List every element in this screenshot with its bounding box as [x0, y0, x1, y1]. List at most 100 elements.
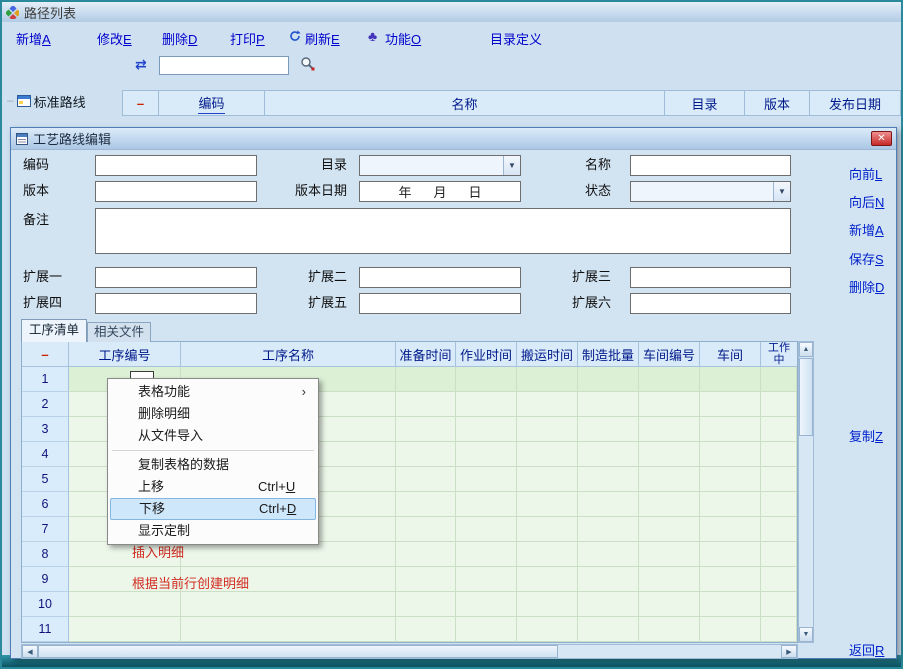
row-number[interactable]: 3: [22, 417, 69, 442]
menu-item-move-up[interactable]: 上移 Ctrl+U: [110, 476, 316, 498]
delete-button[interactable]: 删除D: [162, 29, 197, 48]
detail-column-header[interactable]: 搬运时间: [517, 342, 578, 367]
table-cell[interactable]: [396, 617, 456, 642]
scroll-up-icon[interactable]: ▲: [799, 342, 813, 357]
table-cell[interactable]: [396, 417, 456, 442]
table-cell[interactable]: [456, 517, 517, 542]
next-button[interactable]: 向后N: [849, 192, 884, 211]
table-cell[interactable]: [456, 392, 517, 417]
add-button[interactable]: 新增A: [16, 29, 51, 48]
table-cell[interactable]: [639, 367, 700, 392]
table-cell[interactable]: [761, 392, 797, 417]
menu-item-delete-detail[interactable]: 删除明细: [110, 403, 316, 425]
quick-search-input[interactable]: [159, 56, 289, 75]
table-cell[interactable]: [639, 567, 700, 592]
row-number[interactable]: 4: [22, 442, 69, 467]
table-cell[interactable]: [700, 392, 761, 417]
row-number[interactable]: 8: [22, 542, 69, 567]
name-input[interactable]: [630, 155, 791, 176]
function-button[interactable]: 功能O: [385, 29, 421, 48]
scroll-left-icon[interactable]: ◀: [22, 645, 38, 658]
add-button[interactable]: 新增A: [849, 220, 884, 239]
column-header-release-date[interactable]: 发布日期: [809, 90, 901, 116]
table-cell[interactable]: [639, 492, 700, 517]
table-cell[interactable]: [456, 442, 517, 467]
table-cell[interactable]: [639, 592, 700, 617]
row-number[interactable]: 6: [22, 492, 69, 517]
table-cell[interactable]: [639, 467, 700, 492]
table-cell[interactable]: [396, 392, 456, 417]
table-cell[interactable]: [396, 567, 456, 592]
table-cell[interactable]: [761, 492, 797, 517]
detail-column-header[interactable]: 工序名称: [181, 342, 396, 367]
table-cell[interactable]: [578, 517, 639, 542]
table-cell[interactable]: [456, 567, 517, 592]
table-cell[interactable]: [639, 417, 700, 442]
ext6-input[interactable]: [630, 293, 791, 314]
row-number[interactable]: 10: [22, 592, 69, 617]
column-header-code[interactable]: 编码: [158, 90, 265, 116]
table-cell[interactable]: [517, 617, 578, 642]
detail-column-header[interactable]: 作业时间: [456, 342, 517, 367]
close-button[interactable]: ✕: [871, 131, 892, 146]
table-cell[interactable]: [517, 417, 578, 442]
ext3-input[interactable]: [630, 267, 791, 288]
table-cell[interactable]: [700, 417, 761, 442]
return-button[interactable]: 返回R: [849, 640, 884, 659]
table-cell[interactable]: [181, 592, 396, 617]
table-cell[interactable]: [517, 542, 578, 567]
table-cell[interactable]: [578, 467, 639, 492]
table-cell[interactable]: [639, 392, 700, 417]
row-number[interactable]: 11: [22, 617, 69, 642]
chevron-down-icon[interactable]: ▼: [503, 156, 520, 175]
table-cell[interactable]: [181, 542, 396, 567]
table-cell[interactable]: [761, 517, 797, 542]
version-input[interactable]: [95, 181, 257, 202]
horizontal-scroll-thumb[interactable]: [38, 645, 558, 658]
copy-button[interactable]: 复制Z: [849, 426, 883, 445]
table-cell[interactable]: [700, 442, 761, 467]
table-cell[interactable]: [578, 492, 639, 517]
chevron-down-icon[interactable]: ▼: [773, 182, 790, 201]
ext5-input[interactable]: [359, 293, 521, 314]
table-cell[interactable]: [700, 517, 761, 542]
table-cell[interactable]: [396, 442, 456, 467]
vertical-scroll-thumb[interactable]: [799, 358, 813, 436]
table-cell[interactable]: [700, 542, 761, 567]
table-cell[interactable]: [761, 567, 797, 592]
table-cell[interactable]: [396, 592, 456, 617]
table-cell[interactable]: [761, 467, 797, 492]
table-cell[interactable]: [456, 617, 517, 642]
row-number[interactable]: 2: [22, 392, 69, 417]
detail-column-header[interactable]: –: [22, 342, 69, 367]
scroll-down-icon[interactable]: ▼: [799, 627, 813, 642]
table-cell[interactable]: [578, 592, 639, 617]
sidebar-item-standard-route[interactable]: ┈ 标准路线: [7, 92, 86, 110]
table-row[interactable]: 10: [22, 592, 797, 617]
table-cell[interactable]: [456, 367, 517, 392]
ext1-input[interactable]: [95, 267, 257, 288]
prev-button[interactable]: 向前L: [849, 164, 882, 183]
refresh-button[interactable]: 刷新E: [305, 29, 340, 48]
detail-column-header[interactable]: 车间编号: [639, 342, 700, 367]
table-cell[interactable]: [578, 442, 639, 467]
row-number[interactable]: 9: [22, 567, 69, 592]
status-select[interactable]: ▼: [630, 181, 791, 202]
table-cell[interactable]: [456, 542, 517, 567]
detail-column-header[interactable]: 车间: [700, 342, 761, 367]
tab-related-files[interactable]: 相关文件: [87, 322, 151, 342]
detail-column-header[interactable]: 工序编号: [69, 342, 181, 367]
delete-button[interactable]: 删除D: [849, 277, 884, 296]
table-cell[interactable]: [700, 367, 761, 392]
table-cell[interactable]: [578, 392, 639, 417]
directory-define-button[interactable]: 目录定义: [490, 29, 542, 48]
table-cell[interactable]: [578, 417, 639, 442]
search-icon[interactable]: [300, 56, 315, 71]
table-cell[interactable]: [761, 442, 797, 467]
table-cell[interactable]: [578, 542, 639, 567]
save-button[interactable]: 保存S: [849, 249, 884, 268]
column-header-minus[interactable]: –: [122, 90, 159, 116]
table-cell[interactable]: [761, 367, 797, 392]
note-textarea[interactable]: [95, 208, 791, 254]
column-header-version[interactable]: 版本: [744, 90, 810, 116]
